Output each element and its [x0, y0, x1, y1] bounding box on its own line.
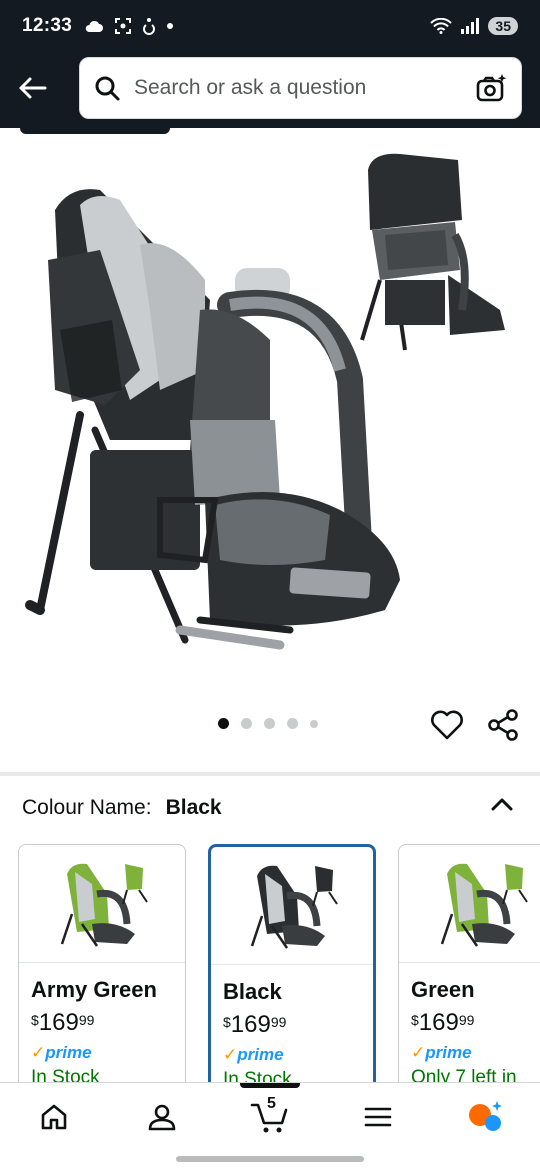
price-whole: 169 — [230, 1011, 271, 1038]
price-fraction: 99 — [78, 1012, 95, 1028]
assistant-icon — [469, 1101, 502, 1131]
search-icon — [95, 76, 120, 101]
battery-badge: 35 — [488, 17, 518, 35]
colour-selected-value: Black — [165, 796, 222, 819]
accessibility-icon — [143, 18, 156, 35]
carrier-thumbnail-illustration — [250, 865, 338, 949]
heart-icon[interactable] — [430, 708, 464, 742]
prime-badge: ✓prime — [411, 1043, 540, 1063]
active-tab-indicator — [240, 1083, 300, 1088]
price-whole: 169 — [38, 1009, 79, 1036]
swatch-image — [399, 845, 540, 963]
prime-check-icon: ✓ — [223, 1045, 238, 1064]
price-symbol: $ — [411, 1012, 419, 1028]
prime-label: prime — [425, 1043, 472, 1062]
screenshot-icon — [115, 18, 132, 34]
wifi-icon — [430, 18, 453, 34]
colour-label: Colour Name: — [22, 796, 152, 819]
swatch-image — [211, 847, 373, 965]
swatch-black[interactable]: Black $ 169 99 ✓prime In Stock — [208, 844, 376, 1084]
arrow-left-icon — [19, 77, 47, 99]
colour-swatches: Army Green $ 169 99 ✓prime In Stock Blac… — [18, 844, 540, 1084]
search-placeholder: Search or ask a question — [134, 76, 367, 99]
price-fraction: 99 — [458, 1012, 475, 1028]
swatch-army-green[interactable]: Army Green $ 169 99 ✓prime In Stock — [18, 844, 186, 1084]
cloud-icon — [85, 20, 104, 32]
carrier-thumbnail-illustration — [60, 863, 148, 947]
swatch-name: Black — [223, 979, 282, 1004]
pager-dot[interactable] — [218, 718, 229, 729]
price-symbol: $ — [223, 1014, 231, 1030]
prime-label: prime — [45, 1043, 92, 1062]
status-time: 12:33 — [22, 15, 73, 36]
pager-dot[interactable] — [241, 718, 252, 729]
account-icon — [148, 1104, 176, 1131]
carrier-main-illustration — [25, 189, 400, 650]
nav-home[interactable] — [34, 1097, 74, 1137]
swatch-price: $ 169 99 — [223, 1011, 373, 1039]
section-divider — [0, 772, 540, 776]
nav-account[interactable] — [142, 1097, 182, 1137]
nav-menu[interactable] — [358, 1097, 398, 1137]
colour-selector-header: Colour Name: Black — [22, 796, 522, 820]
price-fraction: 99 — [270, 1014, 287, 1030]
swatch-green[interactable]: Green $ 169 99 ✓prime Only 7 left in — [398, 844, 540, 1084]
product-image[interactable] — [0, 140, 540, 700]
price-symbol: $ — [31, 1012, 39, 1028]
pager-dot[interactable] — [287, 718, 298, 729]
swatch-image — [19, 845, 185, 963]
swatch-name: Army Green — [31, 977, 157, 1002]
prime-label: prime — [237, 1045, 284, 1064]
swatch-price: $ 169 99 — [411, 1009, 540, 1037]
chevron-up-icon[interactable] — [488, 792, 516, 816]
header: Search or ask a question — [0, 52, 540, 128]
status-bar: 12:33 35 — [0, 0, 540, 52]
prime-check-icon: ✓ — [31, 1043, 46, 1062]
cart-count: 5 — [267, 1095, 276, 1112]
swatch-name: Green — [411, 977, 475, 1002]
prime-badge: ✓prime — [31, 1043, 185, 1063]
image-pager[interactable] — [218, 718, 318, 729]
carrier-thumbnail-illustration — [440, 863, 528, 947]
prime-badge: ✓prime — [223, 1045, 373, 1065]
nav-assistant[interactable] — [466, 1097, 506, 1137]
carrier-inset-illustration — [360, 153, 505, 351]
camera-search-icon[interactable] — [475, 73, 507, 103]
nav-cart[interactable]: 5 — [250, 1095, 290, 1137]
home-icon — [41, 1104, 67, 1130]
share-icon[interactable] — [486, 708, 520, 742]
dot-icon — [167, 23, 174, 29]
swatch-price: $ 169 99 — [31, 1009, 185, 1037]
system-home-bar[interactable] — [176, 1156, 364, 1162]
status-notification-icons — [84, 17, 174, 35]
prime-check-icon: ✓ — [411, 1043, 426, 1062]
back-button[interactable] — [14, 70, 50, 106]
search-input[interactable]: Search or ask a question — [79, 57, 522, 119]
menu-icon — [364, 1107, 392, 1127]
pager-dot[interactable] — [264, 718, 275, 729]
header-tab-stub — [20, 126, 170, 134]
signal-icon — [461, 18, 480, 34]
price-whole: 169 — [418, 1009, 459, 1036]
pager-dot[interactable] — [310, 719, 318, 728]
